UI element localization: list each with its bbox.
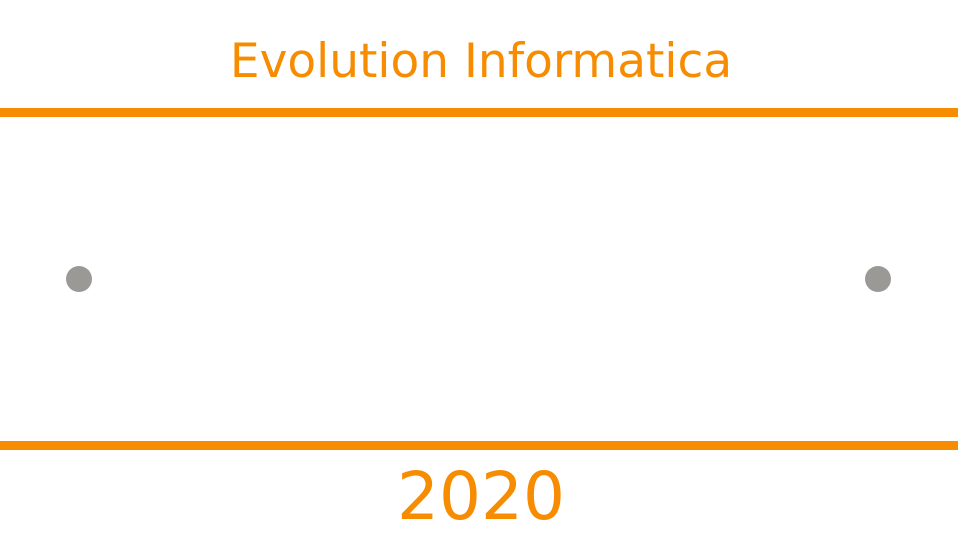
- bottom-divider: [0, 441, 958, 450]
- right-dot-icon: [865, 266, 891, 292]
- left-dot-icon: [66, 266, 92, 292]
- page-title: Evolution Informatica: [229, 34, 733, 89]
- top-divider: [0, 108, 958, 117]
- year-label: 2020: [397, 458, 565, 535]
